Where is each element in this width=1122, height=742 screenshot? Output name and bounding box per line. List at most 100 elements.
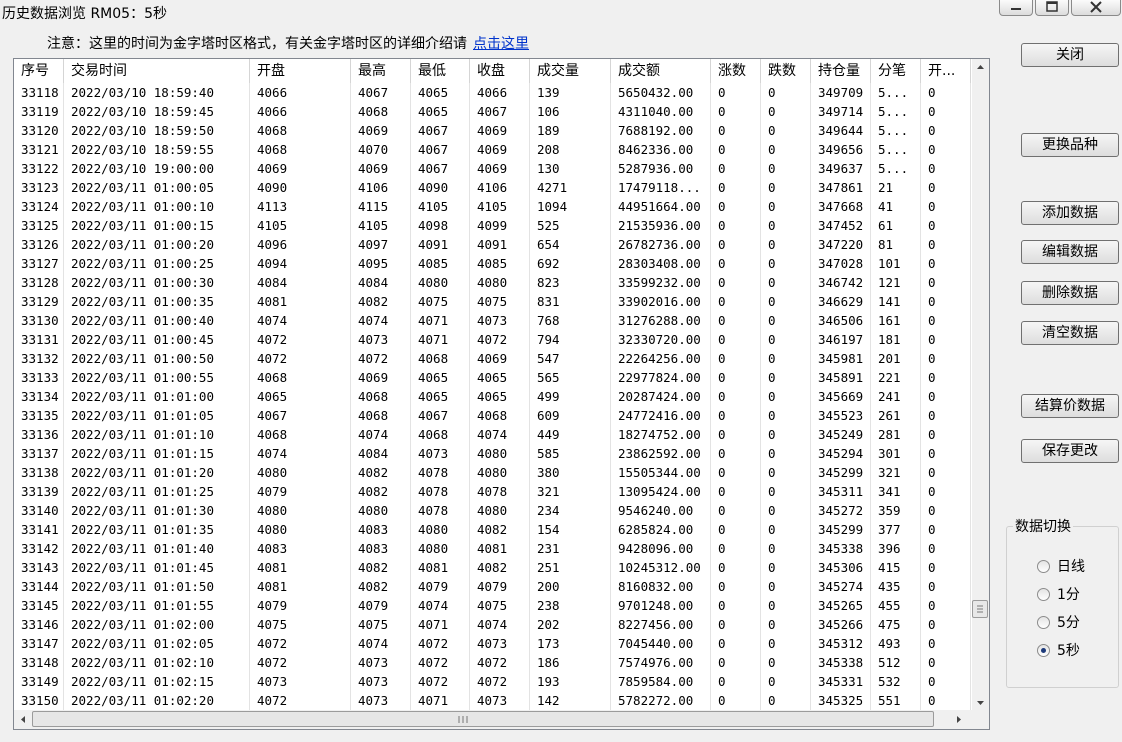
table-row[interactable]: 33133 2022/03/11 01:00:55 4068 4069 4065 4065… — [14, 368, 972, 387]
add-data-button[interactable]: 添加数据 — [1021, 201, 1119, 225]
table-row[interactable]: 33148 2022/03/11 01:02:10 4072 4073 4072 4072… — [14, 653, 972, 672]
column-header[interactable]: 序号 — [14, 59, 64, 83]
table-row[interactable]: 33124 2022/03/11 01:00:10 4113 4115 4105 4105… — [14, 197, 972, 216]
table-cell: 0 — [761, 140, 811, 159]
scroll-up-icon[interactable] — [972, 59, 989, 76]
table-row[interactable]: 33149 2022/03/11 01:02:15 4073 4073 4072 4072… — [14, 672, 972, 691]
table-row[interactable]: 33134 2022/03/11 01:01:00 4065 4068 4065 4065… — [14, 387, 972, 406]
table-row[interactable]: 33150 2022/03/11 01:02:20 4072 4073 4071 4073… — [14, 691, 972, 710]
table-row[interactable]: 33132 2022/03/11 01:00:50 4072 4072 4068 4069… — [14, 349, 972, 368]
table-cell: 4081 — [470, 539, 530, 558]
table-row[interactable]: 33131 2022/03/11 01:00:45 4072 4073 4071 4072… — [14, 330, 972, 349]
table-row[interactable]: 33137 2022/03/11 01:01:15 4074 4084 4073 4080… — [14, 444, 972, 463]
clear-data-button[interactable]: 清空数据 — [1021, 321, 1119, 345]
table-cell: 4069 — [351, 121, 411, 140]
close-window-button[interactable] — [1071, 0, 1121, 16]
column-header[interactable]: 持仓量 — [811, 59, 871, 83]
table-cell: 2022/03/11 01:00:45 — [64, 330, 250, 349]
table-cell: 193 — [530, 672, 611, 691]
vertical-scroll-thumb[interactable] — [972, 600, 988, 618]
table-cell: 4098 — [411, 216, 470, 235]
settlement-data-button[interactable]: 结算价数据 — [1021, 394, 1119, 418]
table-cell: 823 — [530, 273, 611, 292]
table-cell: 4097 — [351, 235, 411, 254]
edit-data-button[interactable]: 编辑数据 — [1021, 240, 1119, 264]
table-row[interactable]: 33126 2022/03/11 01:00:20 4096 4097 4091 4091… — [14, 235, 972, 254]
history-data-grid[interactable]: 序号 交易时间 开盘 最高 最低 收盘 成交量 成交额 涨数 跌数 持仓量 分笔 开... 33118 2… — [13, 58, 990, 730]
table-cell: 0 — [711, 691, 761, 710]
table-row[interactable]: 33147 2022/03/11 01:02:05 4072 4074 4072 4073… — [14, 634, 972, 653]
table-row[interactable]: 33121 2022/03/10 18:59:55 4068 4070 4067 4069… — [14, 140, 972, 159]
table-cell: 33142 — [14, 539, 64, 558]
minimize-button[interactable] — [999, 0, 1033, 16]
delete-data-button[interactable]: 删除数据 — [1021, 281, 1119, 305]
table-row[interactable]: 33138 2022/03/11 01:01:20 4080 4082 4078 4080… — [14, 463, 972, 482]
save-changes-button[interactable]: 保存更改 — [1021, 439, 1119, 463]
maximize-button[interactable] — [1035, 0, 1069, 16]
table-row[interactable]: 33120 2022/03/10 18:59:50 4068 4069 4067 4069… — [14, 121, 972, 140]
horizontal-scrollbar[interactable] — [14, 710, 972, 729]
table-row[interactable]: 33146 2022/03/11 01:02:00 4075 4075 4071 4074… — [14, 615, 972, 634]
table-row[interactable]: 33142 2022/03/11 01:01:40 4083 4083 4080 4081… — [14, 539, 972, 558]
table-cell: 186 — [530, 653, 611, 672]
table-row[interactable]: 33119 2022/03/10 18:59:45 4066 4068 4065 4067… — [14, 102, 972, 121]
column-header[interactable]: 交易时间 — [64, 59, 250, 83]
column-header[interactable]: 涨数 — [711, 59, 761, 83]
table-cell: 26782736.00 — [611, 235, 711, 254]
table-row[interactable]: 33125 2022/03/11 01:00:15 4105 4105 4098 4099… — [14, 216, 972, 235]
scroll-right-icon[interactable] — [950, 710, 967, 729]
table-row[interactable]: 33135 2022/03/11 01:01:05 4067 4068 4067 4068… — [14, 406, 972, 425]
scroll-down-icon[interactable] — [972, 694, 989, 711]
table-cell: 5650432.00 — [611, 83, 711, 102]
table-cell: 33902016.00 — [611, 292, 711, 311]
table-cell: 4069 — [470, 349, 530, 368]
close-button[interactable]: 关闭 — [1021, 43, 1119, 67]
table-row[interactable]: 33123 2022/03/11 01:00:05 4090 4106 4090 4106… — [14, 178, 972, 197]
table-cell: 1094 — [530, 197, 611, 216]
column-header[interactable]: 成交额 — [611, 59, 711, 83]
table-row[interactable]: 33144 2022/03/11 01:01:50 4081 4082 4079 4079… — [14, 577, 972, 596]
table-cell: 4080 — [351, 501, 411, 520]
table-cell: 0 — [761, 83, 811, 102]
table-row[interactable]: 33129 2022/03/11 01:00:35 4081 4082 4075 4075… — [14, 292, 972, 311]
table-cell: 585 — [530, 444, 611, 463]
table-row[interactable]: 33136 2022/03/11 01:01:10 4068 4074 4068 4074… — [14, 425, 972, 444]
table-cell: 4069 — [351, 368, 411, 387]
table-cell: 2022/03/10 18:59:50 — [64, 121, 250, 140]
table-cell: 4074 — [351, 311, 411, 330]
table-row[interactable]: 33145 2022/03/11 01:01:55 4079 4079 4074 4075… — [14, 596, 972, 615]
table-cell: 2022/03/11 01:01:35 — [64, 520, 250, 539]
column-header[interactable]: 跌数 — [761, 59, 811, 83]
table-cell: 0 — [921, 406, 971, 425]
table-row[interactable]: 33130 2022/03/11 01:00:40 4074 4074 4071 4073… — [14, 311, 972, 330]
table-cell: 396 — [871, 539, 921, 558]
table-cell: 2022/03/11 01:00:40 — [64, 311, 250, 330]
change-symbol-button[interactable]: 更换品种 — [1021, 133, 1119, 157]
table-row[interactable]: 33140 2022/03/11 01:01:30 4080 4080 4078 4080… — [14, 501, 972, 520]
column-header[interactable]: 收盘 — [470, 59, 530, 83]
horizontal-scroll-thumb[interactable] — [32, 711, 934, 727]
column-header[interactable]: 最高 — [351, 59, 411, 83]
table-cell: 33130 — [14, 311, 64, 330]
column-header[interactable]: 成交量 — [530, 59, 611, 83]
table-cell: 4073 — [250, 672, 351, 691]
column-header[interactable]: 开盘 — [250, 59, 351, 83]
table-row[interactable]: 33128 2022/03/11 01:00:30 4084 4084 4080 4080… — [14, 273, 972, 292]
table-row[interactable]: 33122 2022/03/10 19:00:00 4069 4069 4067 4069… — [14, 159, 972, 178]
column-header[interactable]: 分笔 — [871, 59, 921, 83]
column-header[interactable]: 最低 — [411, 59, 470, 83]
table-row[interactable]: 33118 2022/03/10 18:59:40 4066 4067 4065 4066… — [14, 83, 972, 102]
column-header[interactable]: 开... — [921, 59, 971, 83]
table-cell: 0 — [711, 273, 761, 292]
table-cell: 281 — [871, 425, 921, 444]
table-cell: 377 — [871, 520, 921, 539]
scroll-left-icon[interactable] — [14, 710, 31, 729]
table-row[interactable]: 33139 2022/03/11 01:01:25 4079 4082 4078 4078… — [14, 482, 972, 501]
table-row[interactable]: 33127 2022/03/11 01:00:25 4094 4095 4085 4085… — [14, 254, 972, 273]
table-cell: 33147 — [14, 634, 64, 653]
table-row[interactable]: 33143 2022/03/11 01:01:45 4081 4082 4081 4082… — [14, 558, 972, 577]
notice-link[interactable]: 点击这里 — [473, 36, 529, 52]
table-cell: 345338 — [811, 653, 871, 672]
vertical-scrollbar[interactable] — [972, 59, 989, 711]
table-row[interactable]: 33141 2022/03/11 01:01:35 4080 4083 4080 4082… — [14, 520, 972, 539]
